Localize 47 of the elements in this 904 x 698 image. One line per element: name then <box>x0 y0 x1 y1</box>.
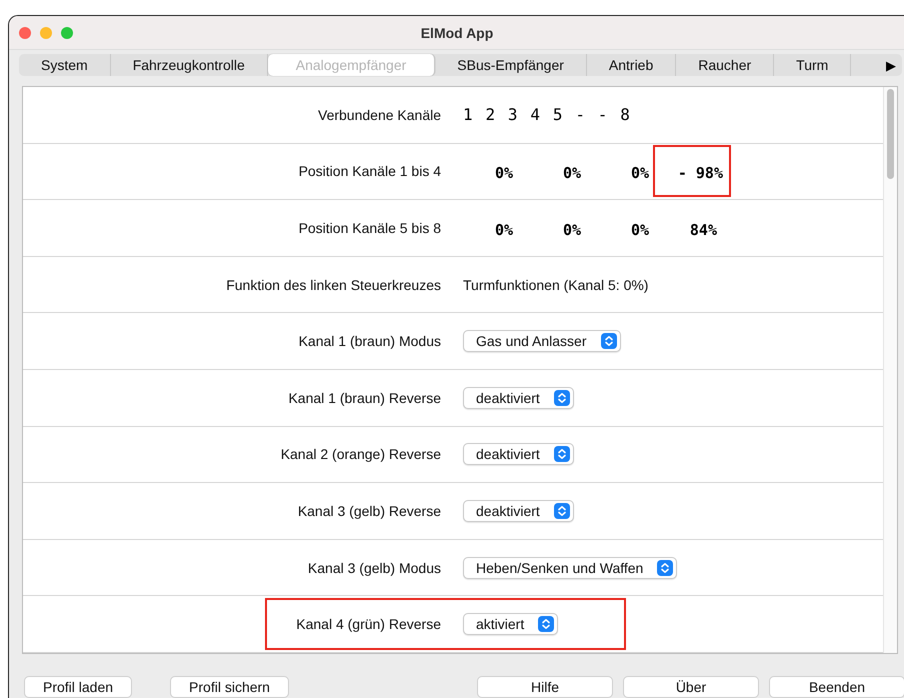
setting-label: Kanal 4 (grün) Reverse <box>296 616 441 632</box>
window-title: ElMod App <box>420 24 494 40</box>
setting-label: Kanal 2 (orange) Reverse <box>280 446 441 462</box>
stepper-icon[interactable] <box>554 390 570 406</box>
setting-label: Kanal 1 (braun) Modus <box>298 333 441 350</box>
setting-label: Kanal 3 (gelb) Modus <box>308 560 441 576</box>
tab-scroll-button[interactable]: ▶ <box>876 58 902 72</box>
tab[interactable]: System <box>19 54 111 76</box>
position-value: - 98% <box>653 145 731 198</box>
stepper-icon[interactable] <box>538 616 554 632</box>
dropdown[interactable]: deaktiviert <box>463 443 574 466</box>
position-value: 0% <box>562 220 582 241</box>
close-icon[interactable] <box>19 26 31 38</box>
tab[interactable]: Antrieb <box>586 54 676 76</box>
setting-label: Kanal 1 (braun) Reverse <box>288 390 441 406</box>
dropdown[interactable]: deaktiviert <box>463 386 574 409</box>
footer-button[interactable]: Über <box>623 676 759 698</box>
position-value: 0% <box>494 220 514 241</box>
setting-value: Turmfunktionen (Kanal 5: 0%) <box>463 276 648 293</box>
setting-label: Kanal 3 (gelb) Reverse <box>298 502 441 519</box>
tab[interactable]: Turm <box>774 54 852 76</box>
footer-button[interactable]: Beenden <box>769 676 904 698</box>
footer-button[interactable]: Profil laden <box>24 676 132 698</box>
stepper-icon[interactable] <box>657 560 674 576</box>
position-value: 0% <box>630 220 650 241</box>
position-value: 0% <box>494 163 514 184</box>
setting-label: Funktion des linken Steuerkreuzes <box>226 276 441 293</box>
position-value: 84% <box>688 220 718 241</box>
channel-list: 1 2 3 4 5 - - 8 <box>463 105 632 124</box>
dropdown[interactable]: deaktiviert <box>463 500 574 522</box>
setting-label: Position Kanäle 5 bis 8 <box>298 220 441 236</box>
setting-label: Verbundene Kanäle <box>318 106 441 123</box>
dropdown[interactable]: Heben/Senken und Waffen <box>463 556 678 579</box>
position-value: 0% <box>562 163 582 184</box>
stepper-icon[interactable] <box>600 333 617 350</box>
tab[interactable]: Raucher <box>676 54 774 76</box>
stepper-icon[interactable] <box>554 502 570 519</box>
footer-button[interactable]: Hilfe <box>477 676 613 698</box>
tab[interactable]: SBus-Empfänger <box>435 54 587 76</box>
stepper-icon[interactable] <box>554 446 570 462</box>
scrollbar-thumb[interactable] <box>887 89 894 179</box>
dropdown[interactable]: aktiviert <box>463 613 558 636</box>
footer-button[interactable]: Profil sichern <box>170 676 289 698</box>
zoom-icon[interactable] <box>61 26 73 38</box>
position-value: 0% <box>630 163 650 184</box>
setting-label: Position Kanäle 1 bis 4 <box>298 163 441 180</box>
dropdown[interactable]: Gas und Anlasser <box>463 330 621 352</box>
